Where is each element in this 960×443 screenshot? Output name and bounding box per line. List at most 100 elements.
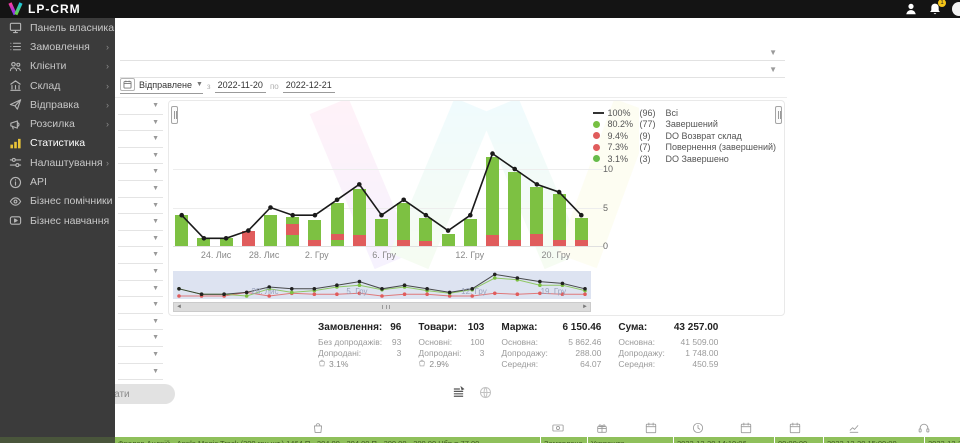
chevron-right-icon: › (106, 158, 109, 168)
legend-entry[interactable]: 3.1%(3)DO Завершено (593, 153, 776, 165)
summary-sub-value: 93 (392, 337, 401, 348)
filter-select-1[interactable]: ▼ (120, 45, 785, 61)
chart-lines-icon (848, 422, 860, 434)
date-to-input[interactable]: 2022-12-21 (283, 80, 335, 93)
summary-value: 96 (390, 322, 401, 333)
date-to-prefix: по (270, 82, 279, 91)
sidebar-item-warehouse[interactable]: Склад› (0, 76, 115, 95)
side-filter-select[interactable]: ▼ (118, 264, 163, 281)
x-tick-label: 28. Лис (249, 250, 279, 260)
side-filter-select[interactable]: ▼ (118, 198, 163, 215)
x-tick-label: 20. Гру (541, 250, 570, 260)
list-chart-icon[interactable] (452, 386, 465, 399)
side-filter-select[interactable]: ▼ (118, 115, 163, 132)
y-tick-label: 10 (603, 164, 613, 174)
legend-dot-marker (593, 144, 607, 151)
side-filter-select[interactable]: ▼ (118, 297, 163, 314)
sidebar-item-helpers[interactable]: Бізнес помічники (0, 192, 115, 211)
calendar-icon (740, 422, 752, 434)
chart-legend: 100%(96)Всі80.2%(77)Завершений9.4%(9)DO … (593, 107, 776, 165)
sidebar-item-label: Панель власника (30, 22, 114, 34)
summary-sub-value: 288.00 (575, 348, 601, 359)
search-button[interactable]: Шукати (115, 384, 175, 404)
legend-text: (3) (639, 154, 665, 164)
range-selector-minichart[interactable]: 28. Лис5. Гру12. Гру19. Гру (173, 271, 591, 299)
bag-icon (318, 359, 326, 370)
user-icon[interactable] (904, 2, 918, 16)
filter-select-2[interactable]: ▼ (120, 62, 785, 78)
sidebar-item-mailing[interactable]: Розсилка› (0, 114, 115, 133)
mini-tick-label: 19. Гру (541, 287, 567, 296)
side-filter-select[interactable]: ▼ (118, 347, 163, 364)
date-from-prefix: з (207, 82, 211, 91)
scroll-left-icon[interactable]: ◄ (174, 303, 184, 311)
filter-column: ▼▼▼▼▼▼▼▼▼▼▼▼▼▼▼▼▼ (118, 98, 163, 380)
x-tick-label: 12. Гру (455, 250, 484, 260)
scroll-right-icon[interactable]: ► (580, 303, 590, 311)
chevron-down-icon: ▼ (152, 268, 159, 275)
side-filter-select[interactable]: ▼ (118, 314, 163, 331)
legend-entry[interactable]: 80.2%(77)Завершений (593, 119, 776, 131)
sidebar-item-training[interactable]: Бізнес навчання (0, 211, 115, 230)
sidebar-item-label: Склад (30, 80, 60, 92)
chevron-right-icon: › (106, 119, 109, 129)
side-filter-select[interactable]: ▼ (118, 247, 163, 264)
legend-entry[interactable]: 7.3%(7)Повернення (завершений) (593, 142, 776, 154)
summary-title: Сума: (618, 322, 647, 333)
chevron-down-icon: ▼ (152, 301, 159, 308)
notifications-bell-icon[interactable]: 1 (928, 2, 942, 16)
range-handle-right[interactable] (775, 106, 782, 124)
sidebar-item-orders[interactable]: Замовлення› (0, 37, 115, 56)
sidebar-item-shipping[interactable]: Відправка› (0, 95, 115, 114)
sidebar-item-settings[interactable]: Налаштування› (0, 153, 115, 172)
side-filter-select[interactable]: ▼ (118, 181, 163, 198)
date-from-input[interactable]: 2022-11-20 (215, 80, 266, 93)
summary-sub-label: Допродажу: (618, 348, 665, 359)
scrollbar-grip[interactable] (382, 305, 390, 309)
upsell-percent: 2.9% (429, 359, 448, 370)
summary-sub-value: 450.59 (692, 359, 718, 370)
summary-sub-value: 64.07 (580, 359, 601, 370)
table-cell[interactable]: Укрпошта (588, 437, 673, 443)
globe-icon[interactable] (479, 386, 492, 399)
side-filter-select[interactable]: ▼ (118, 281, 163, 298)
chevron-down-icon: ▼ (152, 152, 159, 159)
order-table-row[interactable]: Фролов Андрій - Apple Magic Track (200 г… (115, 437, 960, 443)
side-filter-select[interactable]: ▼ (118, 330, 163, 347)
table-cell[interactable]: 2022-12-20 15:00:00 (824, 437, 924, 443)
table-cell[interactable]: 2022-12-20 14:10:06 (674, 437, 774, 443)
summary-sub-label: Допродажу: (501, 348, 548, 359)
range-handle-left[interactable] (171, 106, 178, 124)
x-axis-line (173, 246, 603, 247)
date-filter-row: Відправлене ▼ з 2022-11-20 по 2022-12-21 (120, 77, 335, 95)
side-filter-select[interactable]: ▼ (118, 98, 163, 115)
table-cell[interactable]: Фролов Андрій - Apple Magic Track (200 г… (115, 437, 540, 443)
side-filter-select[interactable]: ▼ (118, 364, 163, 381)
sidebar-item-clients[interactable]: Клієнти› (0, 57, 115, 76)
side-filter-select[interactable]: ▼ (118, 131, 163, 148)
legend-entry[interactable]: 9.4%(9)DO Возврат склад (593, 130, 776, 142)
divider (115, 97, 787, 98)
side-filter-select[interactable]: ▼ (118, 148, 163, 165)
table-cell[interactable]: Замовлено (541, 437, 587, 443)
side-filter-select[interactable]: ▼ (118, 164, 163, 181)
sidebar-item-statistics[interactable]: Статистика (0, 134, 115, 153)
app-logo[interactable]: LP-CRM (8, 2, 81, 16)
sidebar-item-api[interactable]: API (0, 172, 115, 191)
chart-scrollbar[interactable]: ◄ ► (173, 302, 591, 312)
sidebar-nav: Панель власникаЗамовлення›Клієнти›Склад›… (0, 18, 115, 443)
sidebar-item-label: Бізнес помічники (30, 195, 113, 207)
legend-line-marker (593, 112, 607, 114)
legend-entry[interactable]: 100%(96)Всі (593, 107, 776, 119)
date-field-select[interactable]: Відправлене ▼ (120, 78, 203, 94)
side-filter-select[interactable]: ▼ (118, 214, 163, 231)
api-icon (9, 176, 22, 189)
legend-text: DO Возврат склад (665, 131, 741, 141)
chevron-down-icon: ▼ (152, 102, 159, 109)
side-filter-select[interactable]: ▼ (118, 231, 163, 248)
training-icon (9, 214, 22, 227)
table-cell[interactable]: 00:00:00 (775, 437, 823, 443)
sidebar-item-dashboard[interactable]: Панель власника (0, 18, 115, 37)
avatar[interactable] (952, 2, 960, 16)
table-cell[interactable]: 2022-12-21 10:07:05 (925, 437, 960, 443)
